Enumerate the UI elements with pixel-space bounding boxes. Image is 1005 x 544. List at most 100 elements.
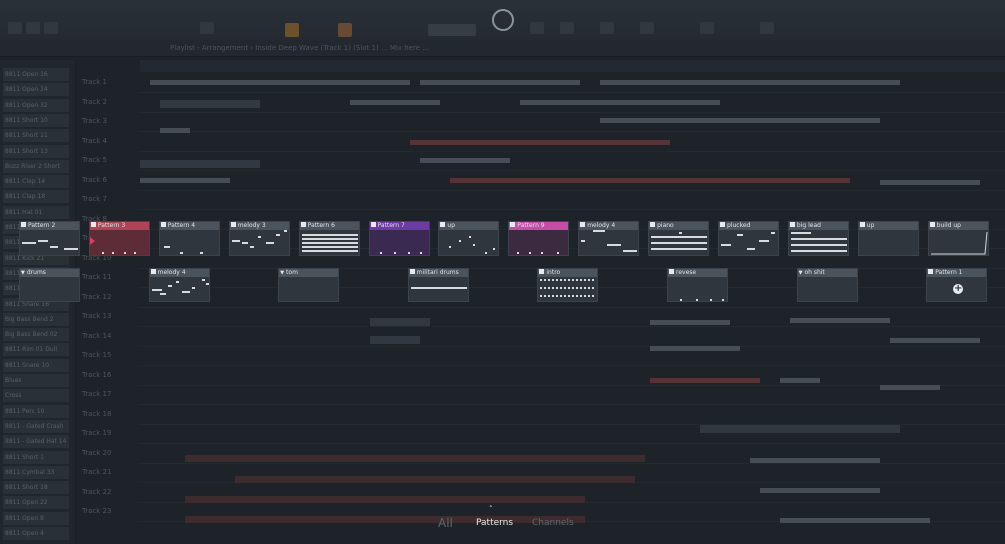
channel-pattern-card[interactable]: revese: [667, 268, 728, 302]
track-label[interactable]: Track 18: [82, 406, 134, 423]
browser-item[interactable]: 8811 Short 1: [3, 450, 69, 464]
browser-item[interactable]: 8811 Open 24: [3, 83, 69, 97]
pattern-card[interactable]: Pattern 6: [298, 221, 360, 256]
browser-item[interactable]: 8811 Short 18: [3, 481, 69, 495]
browser-item[interactable]: Buzz Riser 2 Short: [3, 159, 69, 173]
browser-item[interactable]: 8811 Open 32: [3, 98, 69, 112]
track-label[interactable]: Track 19: [82, 425, 134, 442]
playlist-clip[interactable]: [185, 496, 585, 503]
browser-item[interactable]: 8811 Open 16: [3, 68, 69, 81]
browser-item[interactable]: 8811 Clap 14: [3, 175, 69, 189]
track-label[interactable]: Track 14: [82, 328, 134, 345]
pattern-card[interactable]: up: [438, 221, 500, 256]
browser-item[interactable]: 8811 Cymbal 33: [3, 465, 69, 479]
playlist-clip[interactable]: [750, 458, 880, 463]
browser-item[interactable]: Big Bass Bend 02: [3, 328, 69, 342]
playlist-clip[interactable]: [410, 140, 670, 145]
track-label[interactable]: Track 7: [82, 191, 134, 208]
channel-pattern-card[interactable]: melody 4: [148, 268, 210, 302]
track-label[interactable]: Track 16: [82, 367, 134, 384]
playlist-clip[interactable]: [650, 320, 730, 325]
playlist-clip[interactable]: [780, 378, 820, 383]
browser-item[interactable]: Big Bass Bend 2: [3, 312, 69, 326]
channel-pattern-card[interactable]: ▼ oh shit: [796, 268, 858, 302]
pattern-card[interactable]: Pattern 7: [368, 221, 430, 256]
pattern-card[interactable]: Pattern 2: [19, 221, 80, 256]
edit-icon[interactable]: [44, 22, 58, 34]
track-label[interactable]: Track 17: [82, 386, 134, 403]
playlist-clip[interactable]: [160, 128, 190, 133]
pattern-card[interactable]: melody 4: [578, 221, 640, 256]
track-label[interactable]: Track 20: [82, 445, 134, 462]
pattern-card[interactable]: Pattern 3: [88, 221, 150, 256]
channel-pattern-card[interactable]: intro: [537, 268, 599, 302]
playlist-clip[interactable]: [890, 338, 980, 343]
tempo-display[interactable]: [428, 24, 476, 36]
tab-channels[interactable]: Channels: [532, 518, 574, 528]
track-label[interactable]: Track 3: [82, 113, 134, 130]
add-pattern-button[interactable]: +: [953, 284, 964, 294]
channel-rack-icon[interactable]: [560, 22, 574, 34]
pattern-card[interactable]: up: [857, 221, 919, 256]
playlist-clip[interactable]: [420, 158, 510, 163]
browser-item[interactable]: 8811 - Gated Crash: [3, 419, 69, 433]
playlist-clip[interactable]: [700, 425, 900, 433]
playlist-clip[interactable]: [790, 318, 890, 323]
playlist-clip[interactable]: [600, 80, 900, 85]
playlist-clip[interactable]: [185, 455, 645, 462]
record-icon[interactable]: [200, 22, 214, 34]
playlist-clip[interactable]: [235, 476, 635, 483]
browser-item[interactable]: 8811 Clap 18: [3, 190, 69, 204]
track-label[interactable]: Track 12: [82, 289, 134, 306]
track-label[interactable]: Track 5: [82, 152, 134, 169]
track-label[interactable]: Track 22: [82, 484, 134, 501]
pattern-card[interactable]: Pattern 9: [508, 221, 570, 256]
playlist-clip[interactable]: [880, 180, 980, 185]
settings-icon[interactable]: [760, 22, 774, 34]
playlist-clip[interactable]: [450, 178, 850, 183]
browser-item[interactable]: Blues: [3, 374, 69, 387]
browser-item[interactable]: 8811 Hat 01: [3, 205, 69, 219]
browser-item[interactable]: 8811 Short 11: [3, 129, 69, 143]
pattern-card[interactable]: build up: [927, 221, 989, 256]
browser-item[interactable]: 8811 Open 22: [3, 496, 69, 510]
playlist-clip[interactable]: [350, 100, 440, 105]
mixer-icon[interactable]: [530, 22, 544, 34]
tab-all[interactable]: All: [438, 516, 453, 530]
playlist-clip[interactable]: [420, 80, 580, 85]
pattern-card[interactable]: big lead: [787, 221, 849, 256]
channel-pattern-card[interactable]: militari drums: [407, 268, 469, 302]
playlist-clip[interactable]: [160, 100, 260, 108]
pattern-card[interactable]: melody 3: [228, 221, 290, 256]
timeline-ruler[interactable]: [140, 60, 1005, 72]
song-mode-icon[interactable]: [338, 23, 352, 37]
track-label[interactable]: Track 21: [82, 464, 134, 481]
playlist-clip[interactable]: [760, 488, 880, 493]
pattern-card[interactable]: plucked: [718, 221, 779, 256]
track-label[interactable]: Track 13: [82, 308, 134, 325]
plugin-icon[interactable]: [700, 22, 714, 34]
playlist-clip[interactable]: [520, 100, 720, 105]
playlist-clip[interactable]: [600, 118, 880, 123]
pattern-card[interactable]: Pattern 4: [158, 221, 220, 256]
browser-item[interactable]: 8811 Perc 10: [3, 404, 69, 418]
track-label[interactable]: Track 4: [82, 133, 134, 150]
track-label[interactable]: Track 11: [82, 269, 134, 286]
file-icon[interactable]: [26, 22, 40, 34]
track-label[interactable]: Track 6: [82, 172, 134, 189]
browser-icon[interactable]: [640, 22, 654, 34]
browser-item[interactable]: 8811 - Gated Hat 14: [3, 435, 69, 449]
track-label[interactable]: Track 1: [82, 74, 134, 91]
pattern-card[interactable]: piano: [648, 221, 710, 256]
browser-item[interactable]: Cross: [3, 389, 69, 403]
channel-pattern-card[interactable]: Pattern 1 +: [926, 268, 988, 302]
browser-item[interactable]: 8811 Rim 01 Dull: [3, 343, 69, 357]
channel-pattern-card[interactable]: ▼ tom: [278, 268, 340, 302]
playlist-clip[interactable]: [370, 336, 420, 344]
browser-item[interactable]: 8811 Short 13: [3, 144, 69, 158]
playlist-clip[interactable]: [150, 80, 410, 85]
playlist-clip[interactable]: [880, 385, 940, 390]
pattern-mode-icon[interactable]: [285, 23, 299, 37]
browser-item[interactable]: 8811 Snare 10: [3, 358, 69, 372]
playlist-clip[interactable]: [140, 160, 260, 168]
